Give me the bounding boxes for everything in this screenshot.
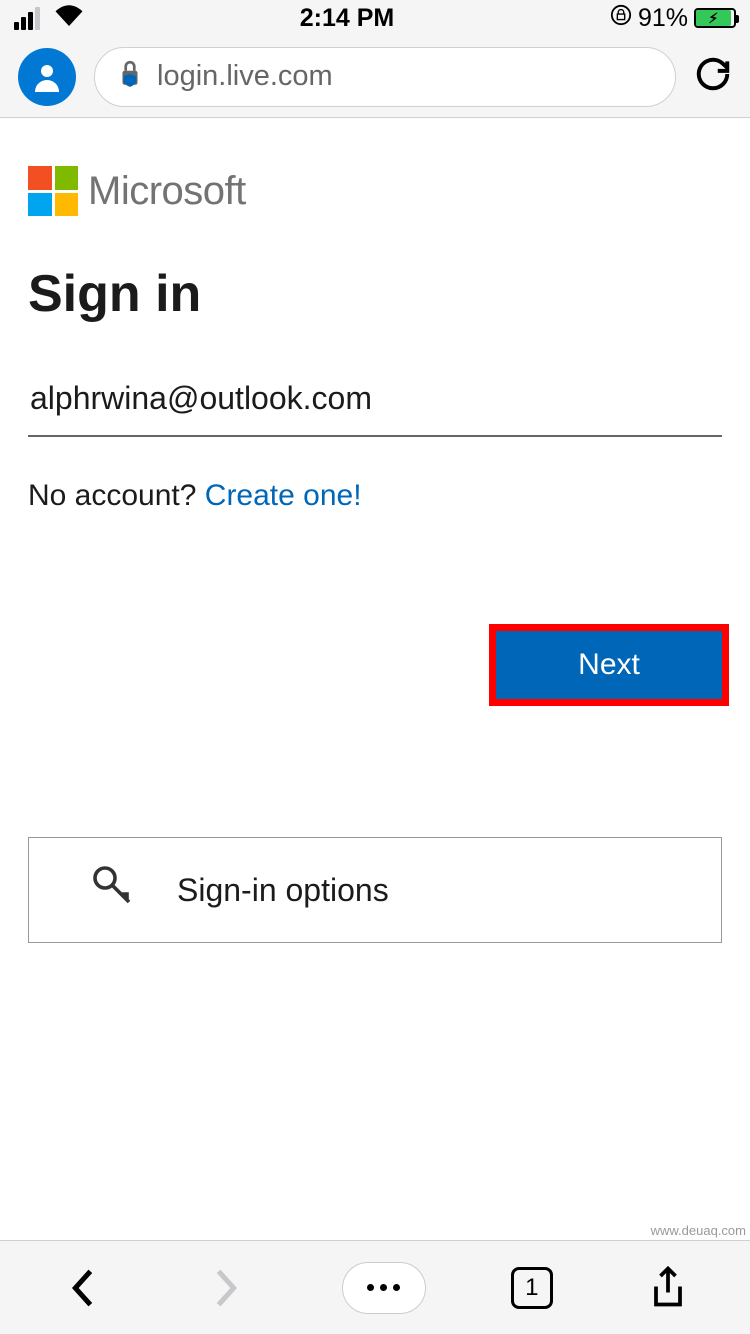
site-security-icon xyxy=(117,59,143,94)
profile-button[interactable] xyxy=(18,48,76,106)
create-account-link[interactable]: Create one! xyxy=(205,479,362,512)
forward-button[interactable] xyxy=(197,1258,257,1318)
share-button[interactable] xyxy=(638,1258,698,1318)
menu-button[interactable] xyxy=(342,1262,426,1314)
watermark: www.deuaq.com xyxy=(651,1223,746,1238)
page-title: Sign in xyxy=(28,264,722,324)
back-button[interactable] xyxy=(52,1258,112,1318)
page-content: Microsoft Sign in No account? Create one… xyxy=(0,118,750,1240)
browser-toolbar: login.live.com xyxy=(0,36,750,118)
microsoft-brand-text: Microsoft xyxy=(88,169,246,214)
email-input[interactable] xyxy=(28,374,722,437)
tabs-button[interactable]: 1 xyxy=(511,1267,553,1309)
no-account-text: No account? xyxy=(28,479,205,512)
cellular-signal-icon xyxy=(14,7,40,30)
microsoft-logo-icon xyxy=(28,166,78,216)
no-account-row: No account? Create one! xyxy=(28,479,722,513)
signin-options-button[interactable]: Sign-in options xyxy=(28,837,722,943)
wifi-icon xyxy=(54,4,84,33)
key-icon xyxy=(89,862,137,918)
battery-icon: ⚡︎ xyxy=(694,8,736,28)
rotation-lock-icon xyxy=(610,4,632,32)
clock-time: 2:14 PM xyxy=(300,4,394,33)
address-bar[interactable]: login.live.com xyxy=(94,47,676,107)
url-text: login.live.com xyxy=(157,60,333,93)
signin-options-label: Sign-in options xyxy=(177,872,389,909)
microsoft-logo-row: Microsoft xyxy=(28,166,722,216)
browser-bottom-bar: 1 xyxy=(0,1240,750,1334)
reload-button[interactable] xyxy=(694,55,732,98)
status-bar: 2:14 PM 91% ⚡︎ xyxy=(0,0,750,36)
next-button[interactable]: Next xyxy=(496,631,722,699)
tabs-count: 1 xyxy=(525,1274,538,1302)
battery-percent: 91% xyxy=(638,4,688,33)
